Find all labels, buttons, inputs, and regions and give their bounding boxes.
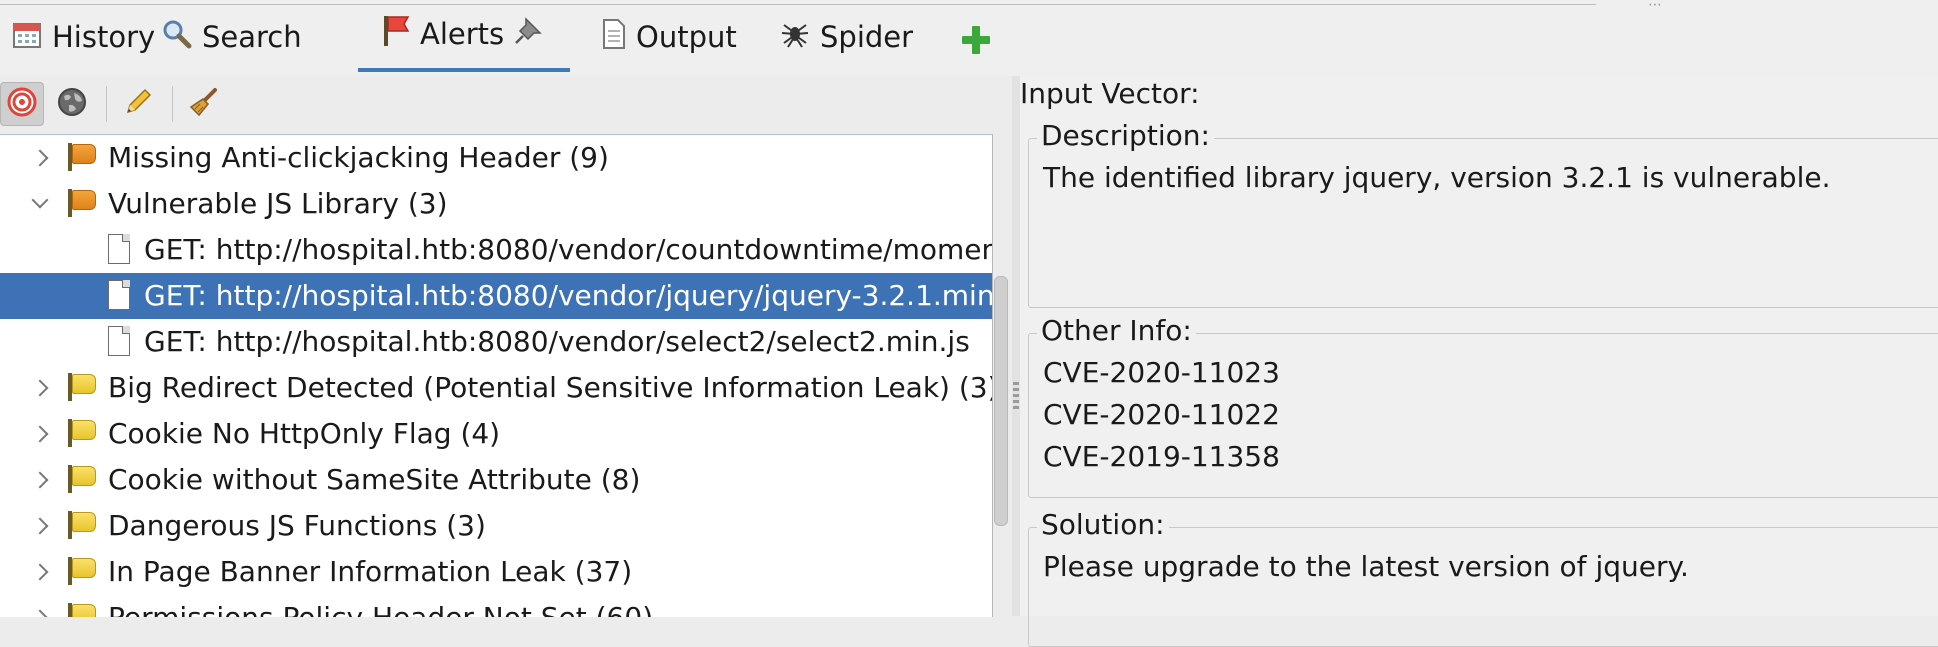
add-tab-plus-icon[interactable] bbox=[960, 24, 992, 56]
low-risk-flag-icon bbox=[66, 557, 96, 585]
alert-group-row[interactable]: Cookie No HttpOnly Flag (4) bbox=[0, 411, 992, 457]
clear-alerts-button[interactable] bbox=[182, 82, 226, 126]
solution-group: Solution: Please upgrade to the latest v… bbox=[1028, 508, 1938, 647]
low-risk-flag-icon bbox=[66, 373, 96, 401]
panel-splitter[interactable] bbox=[1012, 76, 1020, 616]
alert-details-panel: Input Vector: Description: The identifie… bbox=[1020, 76, 1938, 647]
tab-output-label: Output bbox=[636, 20, 737, 54]
description-group: Description: The identified library jque… bbox=[1028, 119, 1938, 308]
document-icon bbox=[108, 326, 130, 356]
expand-arrow-icon[interactable] bbox=[30, 411, 50, 457]
scope-target-button[interactable] bbox=[0, 82, 44, 126]
document-icon bbox=[602, 18, 626, 56]
alert-instance-label: GET: http://hospital.htb:8080/vendor/sel… bbox=[144, 325, 970, 358]
tab-spider[interactable]: Spider bbox=[780, 0, 913, 74]
low-risk-flag-icon bbox=[66, 419, 96, 447]
low-risk-flag-icon bbox=[66, 465, 96, 493]
alert-group-label: Dangerous JS Functions (3) bbox=[108, 509, 486, 542]
alert-group-label: In Page Banner Information Leak (37) bbox=[108, 555, 633, 588]
alerts-panel: Missing Anti-clickjacking Header (9) Vuln… bbox=[0, 76, 1012, 617]
toolbar-separator bbox=[106, 86, 107, 122]
input-vector-label: Input Vector: bbox=[1020, 77, 1200, 110]
alert-group-row[interactable]: Cookie without SameSite Attribute (8) bbox=[0, 457, 992, 503]
splitter-grip-icon bbox=[1013, 382, 1019, 412]
tab-spider-label: Spider bbox=[820, 20, 914, 54]
expand-arrow-icon[interactable] bbox=[30, 549, 50, 595]
alert-instance-row[interactable]: GET: http://hospital.htb:8080/vendor/cou… bbox=[0, 227, 992, 273]
globe-button[interactable] bbox=[50, 82, 94, 126]
tab-alerts[interactable]: Alerts bbox=[358, 0, 570, 72]
cve-line: CVE-2020-11022 bbox=[1043, 398, 1280, 431]
edit-alert-button[interactable] bbox=[116, 82, 160, 126]
medium-risk-flag-icon bbox=[66, 143, 96, 171]
low-risk-flag-icon bbox=[66, 511, 96, 539]
alert-group-row[interactable]: Missing Anti-clickjacking Header (9) bbox=[0, 135, 992, 181]
magnifier-icon bbox=[162, 19, 192, 56]
tab-alerts-label: Alerts bbox=[420, 17, 505, 51]
other-info-group: Other Info: CVE-2020-11023 CVE-2020-1102… bbox=[1028, 314, 1938, 498]
description-text[interactable]: The identified library jquery, version 3… bbox=[1043, 157, 1830, 199]
other-info-text[interactable]: CVE-2020-11023 CVE-2020-11022 CVE-2019-1… bbox=[1043, 352, 1280, 478]
alert-instance-row[interactable]: GET: http://hospital.htb:8080/vendor/jqu… bbox=[0, 273, 992, 319]
other-info-legend: Other Info: bbox=[1037, 314, 1196, 348]
tab-bar: ⋯ History Search Alerts Output Spider bbox=[0, 0, 1938, 76]
alert-group-row[interactable]: Big Redirect Detected (Potential Sensiti… bbox=[0, 365, 992, 411]
expand-arrow-icon[interactable] bbox=[30, 365, 50, 411]
alert-instance-label: GET: http://hospital.htb:8080/vendor/cou… bbox=[144, 233, 992, 266]
alert-group-row[interactable]: Dangerous JS Functions (3) bbox=[0, 503, 992, 549]
tab-output[interactable]: Output bbox=[602, 0, 737, 74]
solution-legend: Solution: bbox=[1037, 508, 1169, 542]
calendar-icon bbox=[12, 19, 42, 56]
alert-group-label: Missing Anti-clickjacking Header (9) bbox=[108, 141, 609, 174]
alert-group-label: Permissions Policy Header Not Set (60) bbox=[108, 595, 653, 617]
alert-group-label: Big Redirect Detected (Potential Sensiti… bbox=[108, 371, 992, 404]
expand-arrow-icon[interactable] bbox=[30, 503, 50, 549]
alert-group-row[interactable]: In Page Banner Information Leak (37) bbox=[0, 549, 992, 595]
expand-arrow-icon[interactable] bbox=[30, 595, 50, 617]
pencil-icon bbox=[123, 87, 153, 121]
cve-line: CVE-2019-11358 bbox=[1043, 440, 1280, 473]
alerts-toolbar bbox=[0, 76, 1012, 134]
toolbar-separator bbox=[172, 86, 173, 122]
alerts-tree[interactable]: Missing Anti-clickjacking Header (9) Vuln… bbox=[0, 134, 993, 617]
alert-group-label: Vulnerable JS Library (3) bbox=[108, 187, 448, 220]
alert-instance-label: GET: http://hospital.htb:8080/vendor/jqu… bbox=[144, 279, 992, 312]
alert-group-row[interactable]: Vulnerable JS Library (3) bbox=[0, 181, 992, 227]
document-icon bbox=[108, 234, 130, 264]
alert-group-label: Cookie No HttpOnly Flag (4) bbox=[108, 417, 501, 450]
drag-grip-icon[interactable]: ⋯ bbox=[1648, 0, 1664, 12]
tree-scrollbar-thumb[interactable] bbox=[994, 276, 1008, 526]
low-risk-flag-icon bbox=[66, 603, 96, 617]
target-icon bbox=[7, 87, 37, 121]
cve-line: CVE-2020-11023 bbox=[1043, 356, 1280, 389]
spider-icon bbox=[780, 19, 810, 56]
description-legend: Description: bbox=[1037, 119, 1214, 153]
alert-group-row[interactable]: Permissions Policy Header Not Set (60) bbox=[0, 595, 992, 617]
pin-icon[interactable] bbox=[514, 16, 542, 52]
collapse-arrow-icon[interactable] bbox=[30, 181, 50, 227]
medium-risk-flag-icon bbox=[66, 189, 96, 217]
globe-icon bbox=[57, 87, 87, 121]
tab-history[interactable]: History bbox=[12, 0, 155, 74]
broom-icon bbox=[189, 87, 219, 121]
tab-search[interactable]: Search bbox=[162, 0, 302, 74]
alert-group-label: Cookie without SameSite Attribute (8) bbox=[108, 463, 641, 496]
tab-history-label: History bbox=[52, 20, 156, 54]
expand-arrow-icon[interactable] bbox=[30, 135, 50, 181]
alert-instance-row[interactable]: GET: http://hospital.htb:8080/vendor/sel… bbox=[0, 319, 992, 365]
flag-icon bbox=[382, 15, 410, 54]
document-icon bbox=[108, 280, 130, 310]
tab-search-label: Search bbox=[202, 20, 302, 54]
solution-text[interactable]: Please upgrade to the latest version of … bbox=[1043, 546, 1689, 588]
expand-arrow-icon[interactable] bbox=[30, 457, 50, 503]
